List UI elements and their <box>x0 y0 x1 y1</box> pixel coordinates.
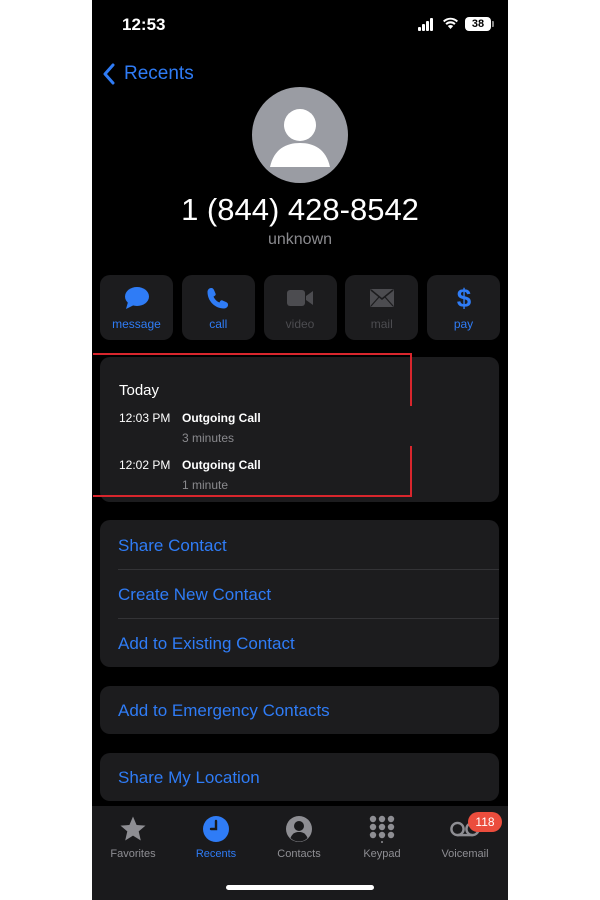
create-new-contact-button[interactable]: Create New Contact <box>118 585 271 605</box>
caller-number: 1 (844) 428-8542 <box>181 192 419 227</box>
video-icon <box>287 289 313 306</box>
mail-button[interactable]: mail <box>345 275 419 340</box>
tab-keypad[interactable]: Keypad <box>342 814 422 860</box>
add-to-emergency-contacts-button[interactable]: Add to Emergency Contacts <box>118 701 330 721</box>
chevron-left-icon <box>103 63 115 85</box>
tab-label: Recents <box>195 848 237 860</box>
tab-favorites[interactable]: Favorites <box>93 814 173 860</box>
call-history-heading: Today <box>119 382 160 399</box>
tab-recents[interactable]: Recents <box>176 814 256 860</box>
message-button[interactable]: message <box>100 275 173 340</box>
cellular-signal-icon <box>418 18 436 31</box>
person-silhouette-icon <box>270 109 330 167</box>
call-entry-type: Outgoing Call <box>182 458 261 472</box>
caller-label: unknown <box>267 231 333 248</box>
clock-icon <box>203 816 229 842</box>
contact-avatar <box>252 87 348 183</box>
pay-label: pay <box>453 316 474 331</box>
keypad-icon <box>369 815 395 843</box>
highlight-annotation-gap <box>407 406 415 446</box>
star-icon <box>120 816 146 841</box>
location-card: Share My Location <box>100 753 499 801</box>
divider <box>118 618 499 619</box>
voicemail-badge: 118 <box>468 812 502 832</box>
add-to-existing-contact-button[interactable]: Add to Existing Contact <box>118 634 295 654</box>
emergency-card: Add to Emergency Contacts <box>100 686 499 734</box>
mail-icon <box>369 288 394 307</box>
call-button[interactable]: call <box>181 275 255 340</box>
call-history-card: Today 12:03 PM Outgoing Call 3 minutes 1… <box>100 357 499 502</box>
tab-contacts[interactable]: Contacts <box>259 814 339 860</box>
call-entry-time: 12:03 PM <box>119 411 171 425</box>
video-button[interactable]: video <box>263 275 337 340</box>
call-entry-duration: 1 minute <box>182 478 229 492</box>
tab-label: Favorites <box>110 848 156 860</box>
quick-actions: message call video mail $ pay <box>100 275 500 340</box>
tab-label: Contacts <box>277 848 321 860</box>
share-contact-button[interactable]: Share Contact <box>118 536 227 556</box>
dollar-icon: $ <box>456 284 471 312</box>
divider <box>118 569 499 570</box>
back-label: Recents <box>124 63 194 84</box>
phone-screen: 12:53 38 Recents 1 (844) 428-8542 unknow… <box>92 0 508 900</box>
call-entry-type: Outgoing Call <box>182 411 261 425</box>
message-label: message <box>112 316 161 331</box>
contact-actions-card: Share Contact Create New Contact Add to … <box>100 520 499 667</box>
video-label: video <box>285 316 315 331</box>
back-button[interactable]: Recents <box>102 60 194 88</box>
status-time: 12:53 <box>122 15 166 34</box>
tab-label: Voicemail <box>441 848 489 860</box>
person-circle-icon <box>286 816 312 842</box>
call-label: call <box>209 316 228 331</box>
share-my-location-button[interactable]: Share My Location <box>118 768 260 788</box>
call-entry-time: 12:02 PM <box>119 458 171 472</box>
mail-label: mail <box>370 316 393 331</box>
message-icon <box>124 286 149 309</box>
wifi-icon <box>443 17 458 29</box>
pay-button[interactable]: $ pay <box>427 275 500 340</box>
tab-label: Keypad <box>363 848 401 860</box>
battery-tip <box>492 21 494 27</box>
status-bar: 12:53 38 <box>92 0 508 50</box>
call-entry-duration: 3 minutes <box>182 431 235 445</box>
battery-icon: 38 <box>465 17 491 31</box>
home-indicator[interactable] <box>226 885 374 890</box>
svg-text:$: $ <box>456 284 471 312</box>
phone-icon <box>207 287 229 308</box>
